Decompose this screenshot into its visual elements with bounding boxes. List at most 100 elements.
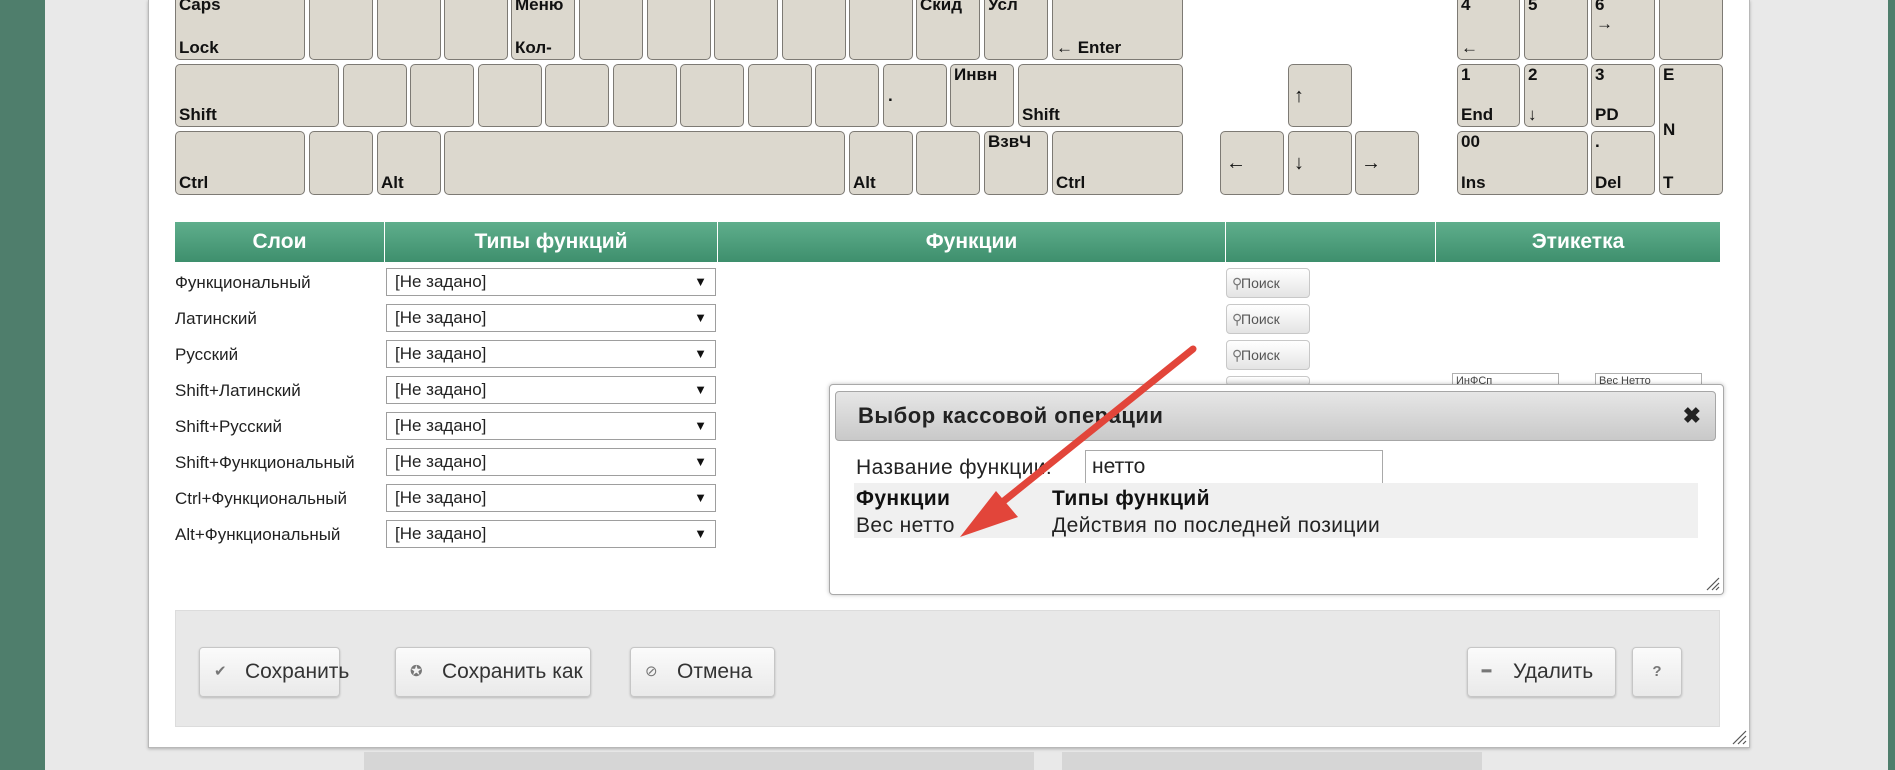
search-button-label: Поиск (1241, 347, 1280, 363)
layer-label: Shift+Латинский (175, 381, 301, 400)
key-shift-right[interactable]: Shift (1018, 64, 1183, 127)
search-button[interactable]: ⚲ Поиск (1226, 268, 1310, 298)
key[interactable] (748, 64, 812, 127)
key-num-dot[interactable]: . Del (1591, 131, 1655, 195)
layer-label: Shift+Русский (175, 417, 283, 436)
key-shift-left[interactable]: Shift (175, 64, 339, 127)
save-as-button[interactable]: ✪ Сохранить как (395, 647, 591, 697)
save-button[interactable]: ✔ Сохранить (199, 647, 349, 697)
key[interactable] (309, 0, 373, 60)
key-num2[interactable]: 2 ↓ (1524, 64, 1588, 127)
key[interactable] (782, 0, 846, 60)
function-type-select[interactable]: [Не задано] ▼ (386, 376, 716, 404)
function-name-input[interactable]: нетто (1085, 450, 1383, 484)
key[interactable] (849, 0, 913, 60)
key-alt-left[interactable]: Alt (377, 131, 441, 195)
key[interactable] (309, 131, 373, 195)
key[interactable] (579, 0, 643, 60)
help-button[interactable]: ? (1632, 647, 1682, 697)
arrow-right-icon: → (1361, 152, 1381, 174)
key-arrow-right[interactable]: → (1355, 131, 1419, 195)
key[interactable] (647, 0, 711, 60)
key-num-extra[interactable] (1659, 0, 1723, 60)
col-types-header: Типы функций (1052, 487, 1210, 510)
dropdown-arrow-icon: ▼ (694, 490, 707, 505)
key-caps-lock[interactable]: Caps Lock (175, 0, 305, 60)
resize-grip-icon[interactable] (1729, 727, 1747, 745)
key-num6-label: 6 (1595, 0, 1605, 14)
key-alt-right[interactable]: Alt (849, 131, 913, 195)
layers-table-header: Слои Типы функций Функции Этикетка (175, 222, 1720, 262)
function-type-select[interactable]: [Не задано] ▼ (386, 268, 716, 296)
key-num1[interactable]: 1 End (1457, 64, 1520, 127)
result-function-cell[interactable]: Вес нетто (856, 514, 955, 538)
function-type-select[interactable]: [Не задано] ▼ (386, 484, 716, 512)
key-arrow-left[interactable]: ← (1220, 131, 1284, 195)
key[interactable] (410, 64, 474, 127)
key[interactable] (444, 0, 508, 60)
results-table: Функции Типы функций Вес нетто Действия … (854, 483, 1698, 538)
cancel-button[interactable]: ⊘ Отмена (630, 647, 775, 697)
key-ctrl-left[interactable]: Ctrl (175, 131, 305, 195)
select-value: [Не задано] (395, 308, 487, 327)
header-functions: Функции (718, 222, 1226, 262)
key-num5[interactable]: 5 (1524, 0, 1588, 60)
search-button[interactable]: ⚲ Поиск (1226, 304, 1310, 334)
resize-grip-icon[interactable] (1704, 575, 1720, 591)
key-num00-label: 00 (1461, 132, 1480, 151)
dropdown-arrow-icon: ▼ (694, 526, 707, 541)
key-num-enter-n: N (1663, 120, 1676, 139)
key-num3[interactable]: 3 PD (1591, 64, 1655, 127)
header-function-types: Типы функций (385, 222, 718, 262)
function-type-select[interactable]: [Не задано] ▼ (386, 448, 716, 476)
key[interactable] (478, 64, 542, 127)
key[interactable] (613, 64, 677, 127)
key-num1-label: 1 (1461, 65, 1471, 84)
search-button[interactable]: ⚲ Поиск (1226, 340, 1310, 370)
key[interactable] (916, 131, 980, 195)
key-ctrl-left-label: Ctrl (179, 173, 209, 192)
key[interactable] (377, 0, 441, 60)
key[interactable] (815, 64, 879, 127)
result-type-cell[interactable]: Действия по последней позиции (1052, 514, 1380, 538)
key-skid[interactable]: Скид (916, 0, 980, 60)
key-num00[interactable]: 00 Ins (1457, 131, 1588, 195)
key[interactable] (714, 0, 778, 60)
key-num-enter[interactable]: E N T (1659, 64, 1723, 195)
key-usl[interactable]: Усл (984, 0, 1048, 60)
footer-toolbar: ✔ Сохранить ✪ Сохранить как ⊘ Отмена ━ У… (175, 610, 1720, 727)
key-num6[interactable]: 6 → (1591, 0, 1655, 60)
function-type-select[interactable]: [Не задано] ▼ (386, 340, 716, 368)
key-alt-left-label: Alt (381, 173, 404, 192)
key-num4[interactable]: 4 ← (1457, 0, 1520, 60)
dropdown-arrow-icon: ▼ (694, 274, 707, 289)
function-name-label: Название функции: (856, 456, 1053, 479)
function-type-select[interactable]: [Не задано] ▼ (386, 412, 716, 440)
cash-operation-popup: Выбор кассовой операции ✖ Название функц… (829, 384, 1724, 595)
dropdown-arrow-icon: ▼ (694, 418, 707, 433)
key-dot[interactable]: . (883, 64, 947, 127)
delete-button[interactable]: ━ Удалить (1467, 647, 1616, 697)
key[interactable] (343, 64, 407, 127)
key-shift-right-label: Shift (1022, 105, 1060, 124)
key-space[interactable] (444, 131, 845, 195)
magnifier-icon: ⚲ (1232, 311, 1243, 327)
key[interactable] (545, 64, 609, 127)
key-vzvch[interactable]: ВзвЧ (984, 131, 1048, 195)
ban-icon: ⊘ (645, 663, 658, 680)
key-arrow-down[interactable]: ↓ (1288, 131, 1352, 195)
key-dot-label: . (888, 86, 893, 105)
key-menu-label-top: Меню (515, 0, 564, 14)
function-type-select[interactable]: [Не задано] ▼ (386, 304, 716, 332)
cancel-button-label: Отмена (677, 660, 753, 683)
key-menu[interactable]: Меню Кол- (511, 0, 575, 60)
key-enter[interactable]: ← Enter (1052, 0, 1183, 60)
popup-header: Выбор кассовой операции ✖ (835, 391, 1716, 441)
function-type-select[interactable]: [Не задано] ▼ (386, 520, 716, 548)
close-icon[interactable]: ✖ (1683, 392, 1701, 440)
key-caps-label-bottom: Lock (179, 38, 219, 57)
key-ctrl-right[interactable]: Ctrl (1052, 131, 1183, 195)
key-arrow-up[interactable]: ↑ (1288, 64, 1352, 127)
key-invn[interactable]: Инвн (950, 64, 1014, 127)
key[interactable] (680, 64, 744, 127)
